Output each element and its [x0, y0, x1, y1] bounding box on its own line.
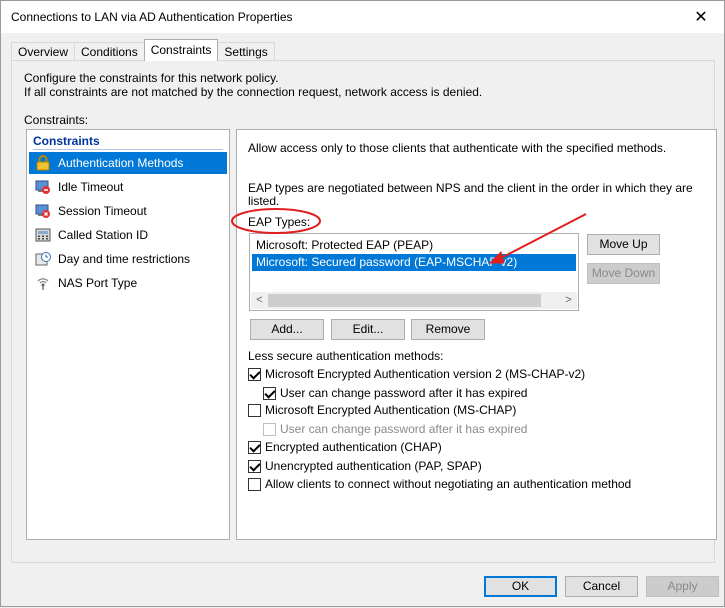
tab-constraints[interactable]: Constraints	[143, 39, 219, 61]
ms-chap-change-password-checkbox[interactable]: User can change password after it has ex…	[263, 421, 527, 437]
checkbox-box[interactable]	[248, 459, 261, 473]
idle-timeout-icon	[34, 179, 52, 195]
intro-text-line1: Configure the constraints for this netwo…	[24, 71, 279, 85]
constraints-label: Constraints:	[24, 113, 89, 127]
constraint-item-label: Idle Timeout	[58, 180, 124, 194]
constraint-item-label: Session Timeout	[58, 204, 147, 218]
properties-dialog: Connections to LAN via AD Authentication…	[0, 0, 725, 607]
header-divider	[33, 149, 223, 150]
allow-access-description: Allow access only to those clients that …	[248, 141, 667, 155]
checkbox-box[interactable]	[248, 440, 261, 454]
phone-icon	[34, 227, 52, 243]
constraint-item-label: Called Station ID	[58, 228, 149, 242]
constraint-item-authentication-methods[interactable]: Authentication Methods	[29, 152, 227, 174]
edit-eap-button[interactable]: Edit...	[331, 319, 405, 340]
eap-negotiation-text-line1: EAP types are negotiated between NPS and…	[248, 181, 693, 195]
title-bar: Connections to LAN via AD Authentication…	[1, 1, 724, 33]
eap-type-peap[interactable]: Microsoft: Protected EAP (PEAP)	[252, 237, 576, 254]
apply-button[interactable]: Apply	[646, 576, 719, 597]
move-down-button[interactable]: Move Down	[587, 263, 660, 284]
ms-chap-checkbox[interactable]: Microsoft Encrypted Authentication (MS-C…	[248, 402, 516, 418]
constraint-item-idle-timeout[interactable]: Idle Timeout	[29, 176, 227, 198]
checkbox-box[interactable]	[248, 367, 261, 381]
tab-settings[interactable]: Settings	[217, 42, 275, 61]
intro-text-line2: If all constraints are not matched by th…	[24, 85, 483, 99]
authentication-methods-panel: Allow access only to those clients that …	[236, 129, 717, 540]
eap-list-horizontal-scrollbar[interactable]: < >	[251, 292, 577, 309]
constraint-item-called-station-id[interactable]: Called Station ID	[29, 224, 227, 246]
constraint-item-label: Day and time restrictions	[58, 252, 191, 266]
eap-types-label: EAP Types:	[248, 215, 311, 229]
constraints-list-header: Constraints	[33, 134, 100, 148]
lock-icon	[34, 155, 52, 171]
session-timeout-icon	[34, 203, 52, 219]
scrollbar-thumb[interactable]	[268, 294, 541, 307]
checkbox-box[interactable]	[248, 403, 261, 417]
checkbox-box[interactable]	[263, 386, 276, 400]
constraint-item-label: NAS Port Type	[58, 276, 138, 290]
checkbox-label: Microsoft Encrypted Authentication (MS-C…	[265, 403, 517, 417]
ms-chap-v2-checkbox[interactable]: Microsoft Encrypted Authentication versi…	[248, 366, 585, 382]
constraints-list: Constraints Authentication Methods Idle …	[26, 129, 230, 540]
pap-spap-checkbox[interactable]: Unencrypted authentication (PAP, SPAP)	[248, 458, 482, 474]
checkbox-label: User can change password after it has ex…	[280, 386, 528, 400]
checkbox-label: Microsoft Encrypted Authentication versi…	[265, 367, 586, 381]
clock-icon	[34, 251, 52, 267]
tab-strip: Overview Conditions Constraints Settings	[11, 39, 275, 61]
constraint-item-label: Authentication Methods	[58, 156, 184, 170]
ok-button[interactable]: OK	[484, 576, 557, 597]
checkbox-label: Encrypted authentication (CHAP)	[265, 440, 442, 454]
constraint-item-day-and-time[interactable]: Day and time restrictions	[29, 248, 227, 270]
constraints-tab-panel: Configure the constraints for this netwo…	[11, 60, 717, 563]
move-up-button[interactable]: Move Up	[587, 234, 660, 255]
constraint-item-session-timeout[interactable]: Session Timeout	[29, 200, 227, 222]
remove-eap-button[interactable]: Remove	[411, 319, 485, 340]
eap-negotiation-text-line2: listed.	[248, 194, 280, 208]
eap-type-eap-mschap-v2[interactable]: Microsoft: Secured password (EAP-MSCHAP …	[252, 254, 576, 271]
checkbox-box[interactable]	[248, 477, 261, 491]
no-negotiation-checkbox[interactable]: Allow clients to connect without negotia…	[248, 476, 631, 492]
cancel-button[interactable]: Cancel	[565, 576, 638, 597]
eap-types-list[interactable]: Microsoft: Protected EAP (PEAP) Microsof…	[249, 233, 579, 311]
checkbox-box[interactable]	[263, 422, 276, 436]
less-secure-methods-label: Less secure authentication methods:	[248, 349, 444, 363]
network-port-icon	[34, 275, 52, 291]
ms-chap-v2-change-password-checkbox[interactable]: User can change password after it has ex…	[263, 385, 527, 401]
checkbox-label: Unencrypted authentication (PAP, SPAP)	[265, 459, 482, 473]
checkbox-label: User can change password after it has ex…	[280, 422, 528, 436]
scroll-left-icon[interactable]: <	[251, 292, 268, 309]
chap-checkbox[interactable]: Encrypted authentication (CHAP)	[248, 439, 442, 455]
tab-overview[interactable]: Overview	[11, 42, 76, 61]
constraint-item-nas-port-type[interactable]: NAS Port Type	[29, 272, 227, 294]
checkbox-label: Allow clients to connect without negotia…	[265, 477, 632, 491]
scroll-right-icon[interactable]: >	[560, 292, 577, 309]
window-title: Connections to LAN via AD Authentication…	[11, 10, 293, 24]
tab-conditions[interactable]: Conditions	[74, 42, 145, 61]
close-icon[interactable]: ✕	[678, 1, 724, 33]
add-eap-button[interactable]: Add...	[250, 319, 324, 340]
